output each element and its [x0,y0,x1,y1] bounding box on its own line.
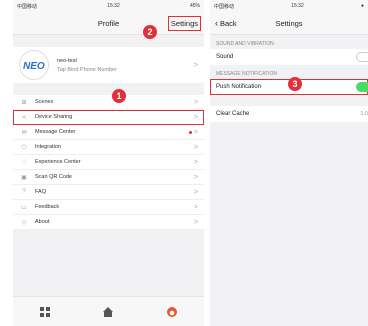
status-bar: 中国移动 15:32 45% [13,0,204,12]
menu-item-label: About [35,219,50,225]
unread-dot [188,130,192,134]
menu-item-label: Message Center [35,129,76,135]
menu-item-label: Device Sharing [35,114,73,120]
section-header-message: MESSAGE NOTIFICATION [216,71,278,77]
menu-item-label: Scan QR Code [35,174,72,180]
menu-item-label: Integration [35,144,61,150]
clear-cache-row[interactable]: Clear Cache 1.0 [210,106,368,122]
settings-button[interactable]: Settings [167,16,201,31]
menu-item-device-sharing[interactable]: ≺ Device Sharing > [13,110,204,125]
chevron-right-icon: > [193,203,198,211]
chevron-right-icon: > [193,143,198,151]
status-time: 15:32 [291,3,304,9]
sound-toggle[interactable] [356,52,368,62]
section-header-sound: SOUND AND VIBRATION [216,41,274,47]
smart-icon [103,306,114,317]
home-icon [39,306,50,317]
settings-screen: 中国移动 15:32 ● ‹ Back Settings SOUND AND V… [210,0,368,326]
back-label: Back [220,18,237,28]
page-title: Settings [275,18,303,28]
profile-name: neo-test [57,57,77,64]
me-icon [167,306,178,317]
back-button[interactable]: ‹ Back [215,18,237,28]
menu-item-label: Experience Center [35,159,81,165]
scenes-icon: ⊞ [21,99,27,106]
settings-navbar: ‹ Back Settings [210,12,368,35]
step-badge-2: 2 [143,25,157,39]
qr-icon: ▣ [21,174,27,181]
profile-navbar: Profile Settings [13,12,204,35]
battery-label: 45% [189,3,200,9]
menu-item-experience-center[interactable]: ♡ Experience Center > [13,155,204,170]
push-notification-toggle[interactable] [356,82,368,92]
status-time: 15:32 [107,3,120,9]
menu-item-label: FAQ [35,189,47,195]
integration-icon: ⬡ [21,144,27,151]
menu-item-scenes[interactable]: ⊞ Scenes > [13,95,204,110]
feedback-icon: ▭ [21,204,27,211]
share-icon: ≺ [21,114,27,121]
tab-bar [13,296,204,326]
profile-card[interactable]: NEO neo-test Tap Bind Phone Number > [13,47,204,83]
avatar: NEO [19,50,49,80]
chevron-right-icon: > [193,188,198,196]
menu-item-label: Feedback [35,204,60,210]
menu-item-feedback[interactable]: ▭ Feedback > [13,200,204,215]
carrier-label: 中国移动 [17,3,38,10]
menu-item-about[interactable]: ◇ About > [13,215,204,230]
chevron-right-icon: > [193,173,198,181]
page-title: Profile [97,18,120,28]
chevron-right-icon: > [193,158,198,166]
menu-item-message-center[interactable]: ✉ Message Center > [13,125,204,140]
cache-size-value: 1.0 [360,111,368,117]
clear-cache-label: Clear Cache [216,111,250,117]
chevron-right-icon: > [193,128,198,136]
diamond-icon: ◇ [21,219,27,226]
chevron-right-icon: > [193,218,198,226]
menu-item-integration[interactable]: ⬡ Integration > [13,140,204,155]
carrier-label: 中国移动 [214,3,235,10]
profile-screen: 中国移动 15:32 45% Profile Settings NEO neo-… [13,0,204,326]
svg-text:NEO: NEO [23,61,45,71]
chevron-left-icon: ‹ [215,18,218,28]
chevron-right-icon: > [193,113,198,121]
chevron-right-icon: > [193,61,198,69]
menu-item-faq[interactable]: ? FAQ > [13,185,204,200]
neo-logo-icon: NEO [23,61,45,71]
tab-smart[interactable] [100,304,116,320]
sound-label: Sound [216,54,234,60]
menu-item-scan-qr-code[interactable]: ▣ Scan QR Code > [13,170,204,185]
step-badge-1: 1 [112,89,126,103]
heart-icon: ♡ [21,159,27,166]
message-icon: ✉ [21,129,27,136]
status-bar: 中国移动 15:32 ● [210,0,368,12]
step-badge-3: 3 [288,77,302,91]
chevron-right-icon: > [193,98,198,106]
profile-menu: ⊞ Scenes > ≺ Device Sharing > ✉ Message … [13,95,204,230]
sound-row: Sound [210,49,368,65]
tab-me[interactable] [164,304,180,320]
profile-subtitle: Tap Bind Phone Number [57,66,117,73]
tab-home[interactable] [37,304,53,320]
battery-icon: ● [360,3,364,9]
question-icon: ? [22,189,26,195]
